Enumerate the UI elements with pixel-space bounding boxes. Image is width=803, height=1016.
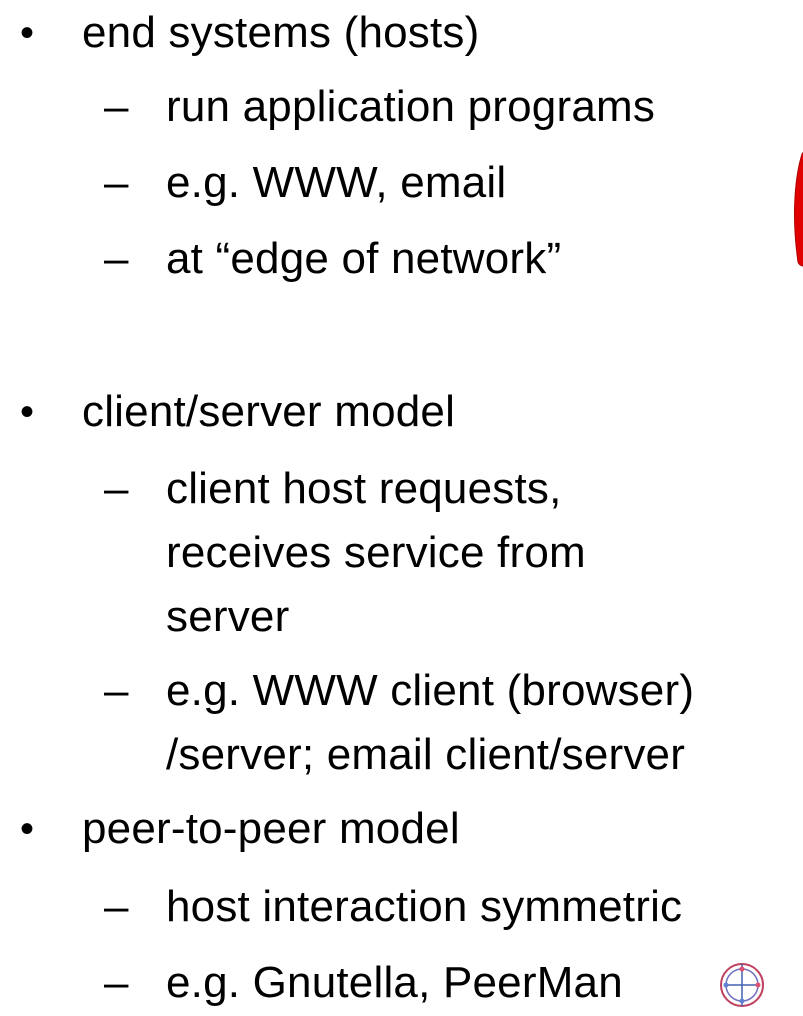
sub-bullet-text: host interaction symmetric — [166, 882, 683, 931]
bullet-heading-peer-to-peer: peer-to-peer model — [82, 804, 460, 853]
sub-bullet-dash: – — [104, 666, 129, 715]
sub-bullet-text: e.g. WWW client (browser) — [166, 666, 695, 715]
sub-bullet-text: run application programs — [166, 82, 656, 131]
sub-bullet-text-continued: receives service from — [166, 528, 586, 577]
sub-bullet-dash: – — [104, 158, 129, 207]
sub-bullet-text-continued: server — [166, 592, 290, 641]
peerman-globe-icon — [720, 963, 764, 1007]
sub-bullet-dash: – — [104, 958, 129, 1007]
sub-bullet-dash: – — [104, 234, 129, 283]
sub-bullet-text: at “edge of network” — [166, 234, 562, 283]
sub-bullet-text: client host requests, — [166, 464, 562, 513]
red-curve-shape — [794, 152, 803, 267]
sub-bullet-dash: – — [104, 464, 129, 513]
bullet-heading-end-systems: end systems (hosts) — [82, 8, 480, 57]
bullet-heading-client-server: client/server model — [82, 387, 456, 436]
slide: • end systems (hosts) – run application … — [0, 0, 803, 1016]
sub-bullet-text-continued: /server; email client/server — [166, 730, 686, 779]
bullet-marker: • — [20, 390, 35, 434]
bullet-marker: • — [20, 807, 35, 851]
sub-bullet-dash: – — [104, 82, 129, 131]
sub-bullet-text: e.g. Gnutella, PeerMan — [166, 958, 623, 1007]
bullet-marker: • — [20, 11, 35, 55]
sub-bullet-text: e.g. WWW, email — [166, 158, 507, 207]
sub-bullet-dash: – — [104, 882, 129, 931]
